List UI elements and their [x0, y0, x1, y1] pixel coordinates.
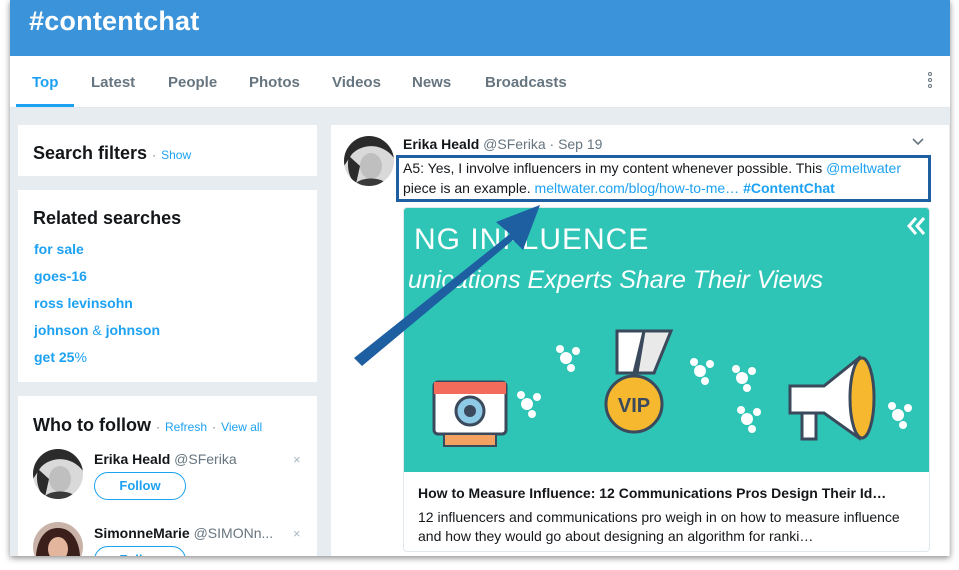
twitter-search-page: #contentchat Top Latest People Photos Vi…	[10, 0, 950, 556]
annotation-arrow-icon	[354, 205, 540, 366]
